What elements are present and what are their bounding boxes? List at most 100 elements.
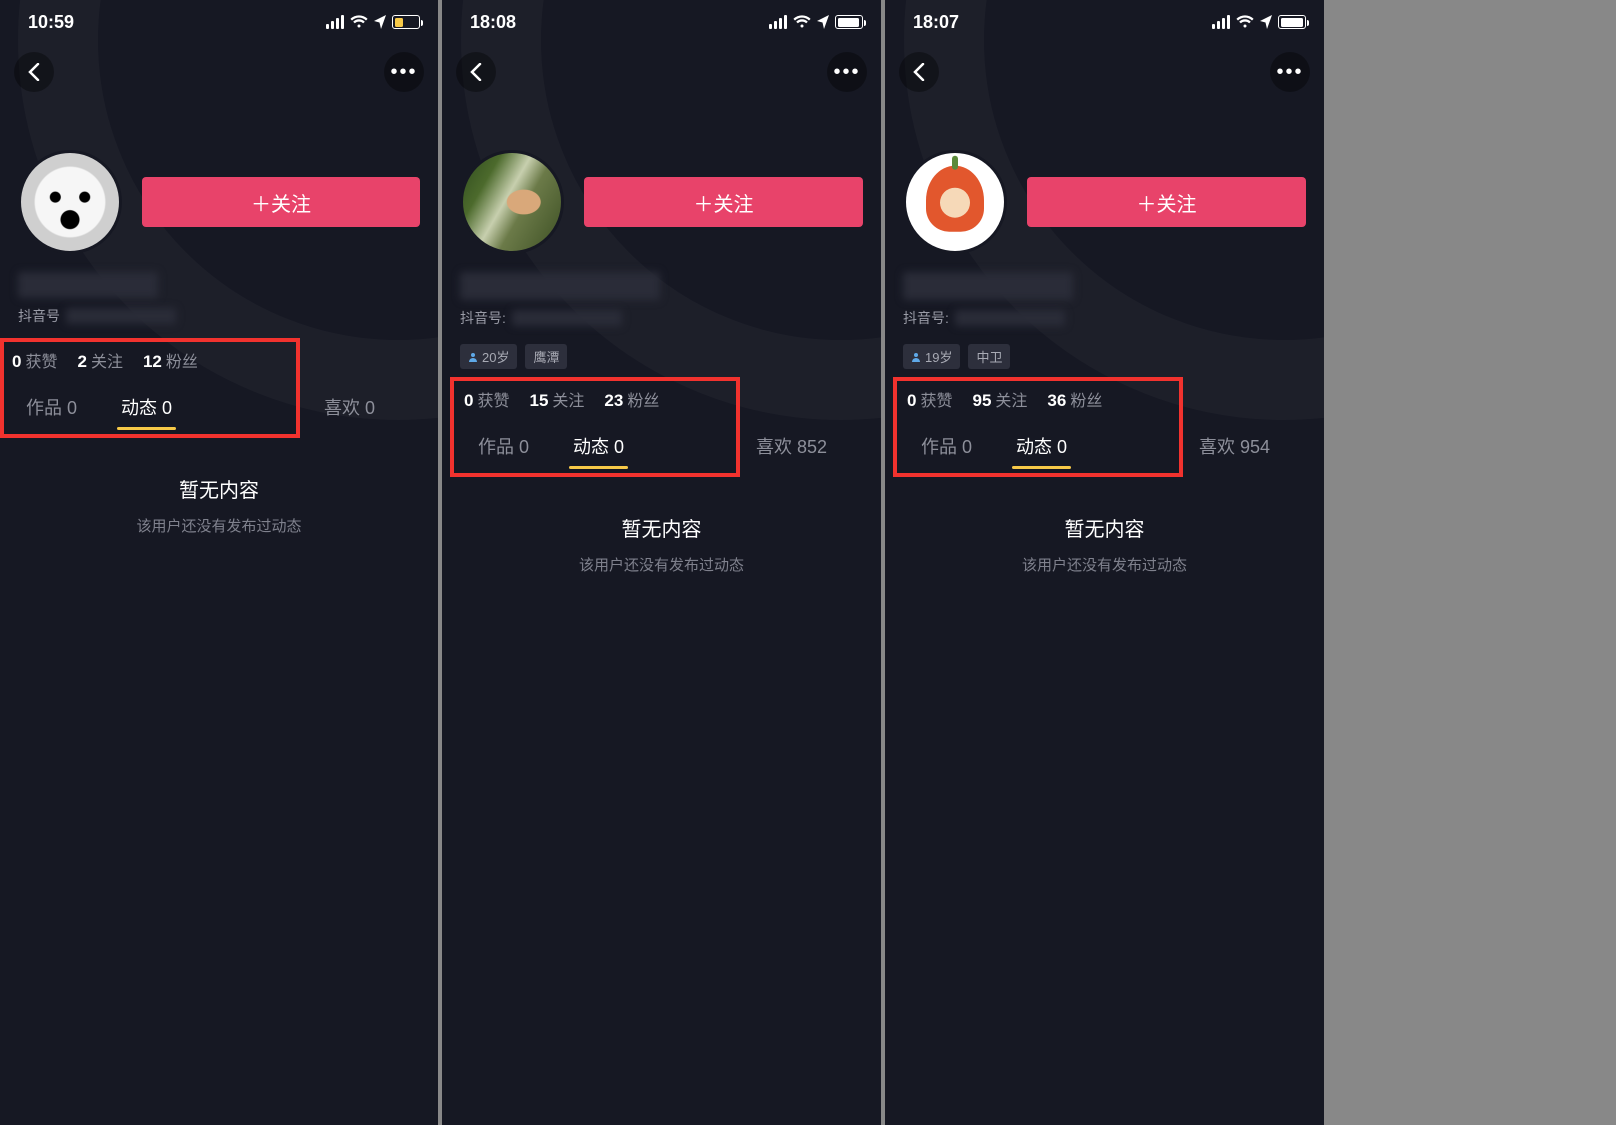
header-spacer — [442, 100, 881, 150]
location-icon — [374, 15, 386, 29]
empty-title: 暂无内容 — [0, 474, 438, 503]
phone-screen-1: 10:59 ••• ＋关注 抖音号 0 — [0, 0, 438, 1125]
stats-row: 0 获赞 95 关注 36 粉丝 — [899, 387, 1177, 421]
age-chip: 19岁 — [903, 344, 960, 369]
location-chip: 鹰潭 — [525, 344, 567, 369]
username-area — [442, 254, 881, 304]
username-redacted — [903, 272, 1073, 300]
status-bar: 18:07 — [885, 0, 1324, 44]
username-redacted — [18, 272, 158, 298]
battery-icon — [392, 15, 420, 29]
follow-button[interactable]: ＋关注 — [1027, 177, 1306, 227]
nav-bar: ••• — [442, 44, 881, 100]
stat-likes[interactable]: 0 获赞 — [907, 387, 952, 411]
handle-label: 抖音号 — [18, 306, 60, 326]
person-icon — [911, 352, 921, 362]
location-icon — [817, 15, 829, 29]
tab-feed[interactable]: 动态 0 — [99, 384, 194, 430]
more-button[interactable]: ••• — [827, 52, 867, 92]
header-spacer — [0, 100, 438, 150]
follow-button[interactable]: ＋关注 — [584, 177, 863, 227]
stats-row: 0 获赞 15 关注 23 粉丝 — [456, 387, 734, 421]
profile-row: ＋关注 — [0, 150, 438, 254]
tab-liked[interactable]: 喜欢 852 — [756, 423, 827, 469]
tab-feed[interactable]: 动态 0 — [994, 423, 1089, 469]
handle-redacted — [66, 308, 176, 324]
tabs-row: 作品 0 动态 0 喜欢 954 — [899, 421, 1177, 469]
handle-row: 抖音号: — [885, 304, 1324, 338]
tabs-row: 作品 0 动态 0 喜欢 852 — [456, 421, 734, 469]
profile-row: ＋关注 — [442, 150, 881, 254]
wifi-icon — [1236, 15, 1254, 29]
tab-works[interactable]: 作品 0 — [899, 423, 994, 469]
location-chip: 中卫 — [968, 344, 1010, 369]
stat-fans[interactable]: 23 粉丝 — [604, 387, 659, 411]
person-icon — [468, 352, 478, 362]
avatar[interactable] — [18, 150, 122, 254]
handle-redacted — [955, 310, 1065, 326]
signal-icon — [326, 15, 344, 29]
status-bar: 10:59 — [0, 0, 438, 44]
battery-icon — [835, 15, 863, 29]
signal-icon — [769, 15, 787, 29]
stat-likes[interactable]: 0 获赞 — [12, 348, 57, 372]
stats-tabs-highlight-box: 0 获赞 2 关注 12 粉丝 作品 0 动态 0 喜欢 0 — [0, 338, 300, 438]
username-redacted — [460, 272, 660, 300]
status-time: 18:07 — [913, 12, 1212, 33]
handle-row: 抖音号: — [442, 304, 881, 338]
stats-tabs-highlight-box: 0 获赞 95 关注 36 粉丝 作品 0 动态 0 喜欢 954 — [893, 377, 1183, 477]
avatar[interactable] — [903, 150, 1007, 254]
stat-following[interactable]: 95 关注 — [972, 387, 1027, 411]
tab-works[interactable]: 作品 0 — [456, 423, 551, 469]
empty-state: 暂无内容 该用户还没有发布过动态 — [885, 477, 1324, 575]
signal-icon — [1212, 15, 1230, 29]
status-time: 10:59 — [28, 12, 326, 33]
profile-chips: 20岁 鹰潭 — [442, 338, 881, 375]
status-bar: 18:08 — [442, 0, 881, 44]
tab-liked[interactable]: 喜欢 0 — [324, 384, 375, 430]
empty-title: 暂无内容 — [885, 513, 1324, 542]
tab-works[interactable]: 作品 0 — [4, 384, 99, 430]
empty-subtitle: 该用户还没有发布过动态 — [885, 554, 1324, 575]
avatar[interactable] — [460, 150, 564, 254]
stat-following[interactable]: 15 关注 — [529, 387, 584, 411]
battery-icon — [1278, 15, 1306, 29]
nav-bar: ••• — [885, 44, 1324, 100]
header-spacer — [885, 100, 1324, 150]
nav-bar: ••• — [0, 44, 438, 100]
empty-subtitle: 该用户还没有发布过动态 — [0, 515, 438, 536]
tabs-row: 作品 0 动态 0 喜欢 0 — [4, 382, 296, 430]
status-icons — [1212, 15, 1306, 29]
stat-likes[interactable]: 0 获赞 — [464, 387, 509, 411]
handle-label: 抖音号: — [903, 308, 949, 328]
handle-redacted — [512, 310, 622, 326]
follow-button[interactable]: ＋关注 — [142, 177, 420, 227]
empty-subtitle: 该用户还没有发布过动态 — [442, 554, 881, 575]
back-button[interactable] — [456, 52, 496, 92]
phone-screen-2: 18:08 ••• ＋关注 抖音号: — [442, 0, 881, 1125]
username-area — [885, 254, 1324, 304]
back-button[interactable] — [899, 52, 939, 92]
more-button[interactable]: ••• — [1270, 52, 1310, 92]
empty-state: 暂无内容 该用户还没有发布过动态 — [0, 438, 438, 536]
empty-state: 暂无内容 该用户还没有发布过动态 — [442, 477, 881, 575]
back-button[interactable] — [14, 52, 54, 92]
status-time: 18:08 — [470, 12, 769, 33]
status-icons — [769, 15, 863, 29]
status-icons — [326, 15, 420, 29]
more-button[interactable]: ••• — [384, 52, 424, 92]
handle-label: 抖音号: — [460, 308, 506, 328]
tab-feed[interactable]: 动态 0 — [551, 423, 646, 469]
stat-fans[interactable]: 12 粉丝 — [143, 348, 198, 372]
stat-following[interactable]: 2 关注 — [77, 348, 122, 372]
phone-screen-3: 18:07 ••• ＋关注 抖音号: — [885, 0, 1324, 1125]
stat-fans[interactable]: 36 粉丝 — [1047, 387, 1102, 411]
stats-tabs-highlight-box: 0 获赞 15 关注 23 粉丝 作品 0 动态 0 喜欢 852 — [450, 377, 740, 477]
tab-liked[interactable]: 喜欢 954 — [1199, 423, 1270, 469]
location-icon — [1260, 15, 1272, 29]
age-chip: 20岁 — [460, 344, 517, 369]
username-area — [0, 254, 438, 302]
profile-chips: 19岁 中卫 — [885, 338, 1324, 375]
stats-row: 0 获赞 2 关注 12 粉丝 — [4, 348, 296, 382]
handle-row: 抖音号 — [0, 302, 438, 336]
